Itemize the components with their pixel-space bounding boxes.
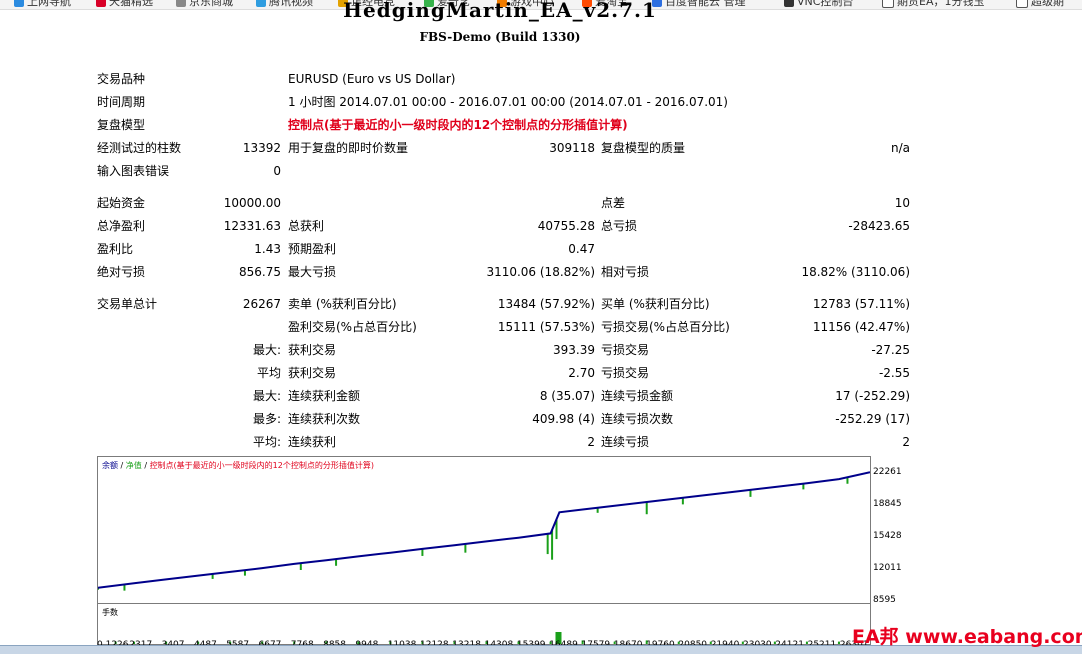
model-label: 复盘模型 — [97, 118, 146, 132]
average-profit-value: 2.70 — [568, 366, 595, 380]
period-value: 1 小时图 2014.07.01 00:00 - 2016.07.01 00:0… — [288, 95, 728, 109]
max-consecutive-wins-label: 连续获利金额 — [288, 389, 361, 403]
deposit-value: 10000.00 — [223, 196, 281, 210]
maximal-consecutive-profit-value: 409.98 (4) — [532, 412, 595, 426]
report-title: HedgingMartin_EA_v2.7.1 — [343, 0, 657, 22]
avg-consecutive-label: 平均: — [252, 435, 281, 449]
volume-label: 手数 — [102, 608, 118, 617]
balance-chart: 余额 / 净值 / 控制点(基于最近的小一级时段内的12个控制点的分形插值计算) — [97, 456, 871, 606]
ticks-label: 用于复盘的即时价数量 — [288, 141, 409, 155]
watermark: EA邦 www.eabang.com — [852, 626, 1082, 648]
chart-legend: 余额 / 净值 / 控制点(基于最近的小一级时段内的12个控制点的分形插值计算) — [102, 461, 374, 470]
bookmark-item[interactable]: 超级期 — [1016, 0, 1064, 9]
max-consecutive-losses-value: 17 (-252.29) — [835, 389, 910, 403]
gross-loss-label: 总亏损 — [601, 219, 638, 233]
max-drawdown-label: 最大亏损 — [288, 265, 337, 279]
gross-profit-label: 总获利 — [288, 219, 325, 233]
max-drawdown-value: 3110.06 (18.82%) — [486, 265, 595, 279]
absolute-drawdown-value: 856.75 — [239, 265, 281, 279]
long-positions-label: 买单 (%获利百分比) — [601, 297, 710, 311]
balance-line — [98, 471, 870, 589]
largest-profit-value: 393.39 — [553, 343, 595, 357]
errors-value: 0 — [273, 164, 281, 178]
loss-trades-value: 11156 (42.47%) — [812, 320, 910, 334]
profit-trades-value: 15111 (57.53%) — [497, 320, 595, 334]
avg-consecutive-wins-value: 2 — [587, 435, 595, 449]
ticks-value: 309118 — [549, 141, 595, 155]
largest-label: 最大: — [252, 343, 281, 357]
net-profit-value: 12331.63 — [223, 219, 281, 233]
bars-label: 经测试过的柱数 — [97, 141, 182, 155]
balance-chart-plot — [98, 471, 870, 591]
average-label: 平均 — [256, 366, 281, 380]
total-trades-label: 交易单总计 — [97, 297, 158, 311]
deposit-label: 起始资金 — [97, 196, 146, 210]
spread-label: 点差 — [601, 196, 626, 210]
avg-consecutive-losses-value: 2 — [902, 435, 910, 449]
y-tick-label: 18845 — [873, 498, 902, 509]
spread-value: 10 — [894, 196, 910, 210]
legend-model: 控制点(基于最近的小一级时段内的12个控制点的分形插值计算) — [149, 461, 374, 470]
y-tick-label: 22261 — [873, 466, 902, 477]
y-tick-label: 15428 — [873, 530, 902, 541]
long-positions-value: 12783 (57.11%) — [812, 297, 910, 311]
report-subtitle: FBS-Demo (Build 1330) — [419, 30, 581, 44]
average-loss-value: -2.55 — [878, 366, 910, 380]
quality-value: n/a — [890, 141, 910, 155]
profit-factor-value: 1.43 — [254, 242, 281, 256]
maximal-label: 最多: — [252, 412, 281, 426]
legend-balance: 余额 — [102, 461, 118, 470]
short-positions-label: 卖单 (%获利百分比) — [288, 297, 397, 311]
quality-label: 复盘模型的质量 — [601, 141, 686, 155]
period-label: 时间周期 — [97, 95, 146, 109]
max-consecutive-losses-label: 连续亏损金额 — [601, 389, 674, 403]
legend-equity: 净值 — [125, 461, 142, 470]
maximal-consecutive-profit-label: 连续获利次数 — [288, 412, 361, 426]
profit-factor-label: 盈利比 — [97, 242, 134, 256]
maximal-consecutive-loss-value: -252.29 (17) — [835, 412, 910, 426]
model-value: 控制点(基于最近的小一级时段内的12个控制点的分形插值计算) — [288, 118, 628, 132]
document-icon — [1016, 0, 1028, 8]
symbol-label: 交易品种 — [97, 72, 146, 86]
largest-profit-label: 获利交易 — [288, 343, 337, 357]
errors-label: 输入图表错误 — [97, 164, 170, 178]
total-trades-value: 26267 — [242, 297, 281, 311]
maximal-consecutive-loss-label: 连续亏损次数 — [601, 412, 674, 426]
max-consecutive-label: 最大: — [252, 389, 281, 403]
loss-trades-label: 亏损交易(%占总百分比) — [601, 320, 730, 334]
net-profit-label: 总净盈利 — [97, 219, 146, 233]
symbol-value: EURUSD (Euro vs US Dollar) — [288, 72, 456, 86]
largest-loss-value: -27.25 — [871, 343, 910, 357]
relative-drawdown-label: 相对亏损 — [601, 265, 650, 279]
max-consecutive-wins-value: 8 (35.07) — [539, 389, 595, 403]
short-positions-value: 13484 (57.92%) — [497, 297, 595, 311]
expected-payoff-label: 预期盈利 — [288, 242, 337, 256]
bars-value: 13392 — [242, 141, 281, 155]
relative-drawdown-value: 18.82% (3110.06) — [801, 265, 910, 279]
expected-payoff-value: 0.47 — [568, 242, 595, 256]
gross-loss-value: -28423.65 — [848, 219, 910, 233]
y-tick-label: 8595 — [873, 595, 896, 605]
y-tick-label: 12011 — [873, 562, 902, 573]
avg-consecutive-losses-label: 连续亏损 — [601, 435, 650, 449]
average-loss-label: 亏损交易 — [601, 366, 650, 380]
volume-plot — [114, 632, 840, 644]
avg-consecutive-wins-label: 连续获利 — [288, 435, 337, 449]
average-profit-label: 获利交易 — [288, 366, 337, 380]
largest-loss-label: 亏损交易 — [601, 343, 650, 357]
volume-panel: 手数 — [97, 603, 871, 645]
absolute-drawdown-label: 绝对亏损 — [97, 265, 146, 279]
gross-profit-value: 40755.28 — [537, 219, 595, 233]
profit-trades-label: 盈利交易(%占总百分比) — [288, 320, 417, 334]
